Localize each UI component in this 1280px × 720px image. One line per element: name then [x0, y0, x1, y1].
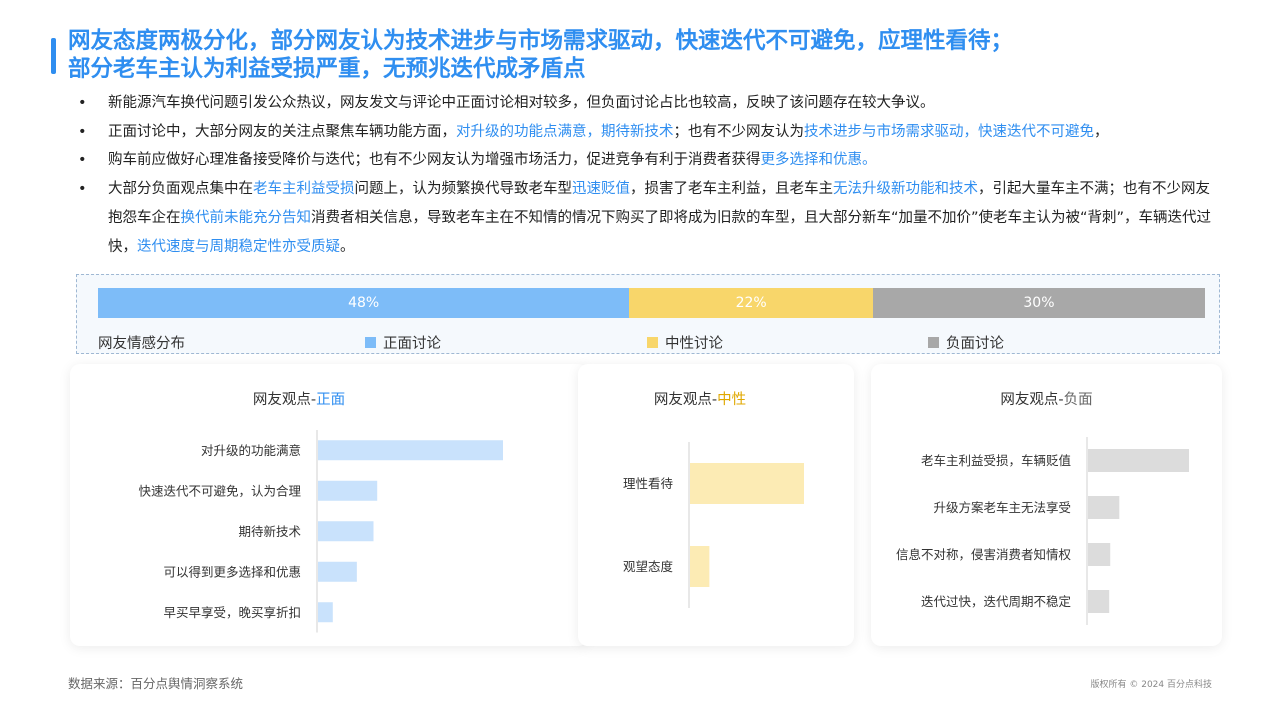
- summary-bullet: 正面讨论中，大部分网友的关注点聚焦车辆功能方面，对升级的功能点满意，期待新技术；…: [74, 118, 1224, 147]
- opinion-bar: [1088, 590, 1110, 613]
- opinion-bar: [1088, 449, 1189, 472]
- opinion-category-label: 快速迭代不可避免，认为合理: [138, 483, 301, 498]
- negative-opinion-chart: 老车主利益受损，车辆贬值升级方案老车主无法享受信息不对称，侵害消费者知情权迭代过…: [896, 437, 1189, 625]
- summary-bullet: 大部分负面观点集中在老车主利益受损问题上，认为频繁换代导致老车型迅速贬值，损害了…: [74, 175, 1224, 261]
- opinion-bar: [1088, 496, 1120, 519]
- highlight-text: 更多选择和优惠。: [760, 152, 877, 169]
- sentiment-stacked-bar: 48% 22% 30%: [98, 288, 1205, 318]
- opinion-category-label: 早买早享受，晚买享折扣: [163, 605, 301, 620]
- bullet-text: 购车前应做好心理准备接受降价与迭代；也有不少网友认为增强市场活力，促进竞争有利于…: [108, 152, 761, 169]
- opinion-category-label: 老车主利益受损，车辆贬值: [921, 453, 1071, 468]
- bullet-text: 新能源汽车换代问题引发公众热议，网友发文与评论中正面讨论相对较多，但负面讨论占比…: [108, 95, 935, 111]
- legend-label-positive: 正面讨论: [383, 336, 441, 352]
- neutral-opinion-chart: 理性看待观望态度: [623, 442, 804, 608]
- legend-swatch-positive: [365, 337, 376, 348]
- positive-opinion-card: 网友观点-正面 对升级的功能满意 快速迭代不可避免，认为合理 期待新技术 可以得到更多…: [70, 364, 588, 646]
- summary-bullets: 新能源汽车换代问题引发公众热议，网友发文与评论中正面讨论相对较多，但负面讨论占比…: [74, 89, 1224, 261]
- title-accent-bar: [51, 38, 56, 74]
- opinion-category-label: 观望态度: [623, 559, 674, 574]
- highlight-text: 技术进步与市场需求驱动，快速迭代不可避免: [804, 123, 1094, 140]
- legend-label-negative: 负面讨论: [946, 336, 1004, 352]
- bullet-text: 问题上，认为频繁换代导致老车型: [354, 181, 573, 198]
- legend-negative: 负面讨论: [928, 332, 1004, 353]
- opinion-category-label: 升级方案老车主无法享受: [933, 500, 1071, 515]
- opinion-bar: [1088, 543, 1111, 566]
- highlight-text: 无法升级新功能和技术: [833, 181, 978, 198]
- page-title-line2: 部分老车主认为利益受损严重，无预兆迭代成矛盾点: [68, 56, 586, 82]
- opinion-bar: [318, 561, 357, 582]
- highlight-text: 迅速贬值: [572, 181, 630, 198]
- legend-swatch-neutral: [647, 337, 658, 348]
- bullet-text: ，: [1094, 123, 1109, 140]
- legend-neutral: 中性讨论: [647, 332, 723, 353]
- opinion-category-label: 对升级的功能满意: [201, 443, 301, 458]
- opinion-bar: [318, 480, 378, 501]
- opinion-bar: [318, 521, 374, 542]
- opinion-category-label: 迭代过快，迭代周期不稳定: [921, 594, 1071, 609]
- sentiment-segment-positive: 48%: [98, 288, 630, 318]
- highlight-text: 迭代速度与周期稳定性亦受质疑: [137, 238, 340, 255]
- neutral-opinion-card: 网友观点-中性 理性看待 观望态度: [578, 364, 854, 646]
- highlight-text: 换代前未能充分告知: [180, 209, 312, 226]
- legend-positive: 正面讨论: [365, 332, 441, 353]
- sentiment-segment-neutral: 22%: [629, 288, 873, 318]
- opinion-bar: [690, 546, 710, 587]
- sentiment-segment-negative: 30%: [872, 288, 1205, 318]
- page-title-line1: 网友态度两极分化，部分网友认为技术进步与市场需求驱动，快速迭代不可避免，应理性看…: [68, 28, 1014, 54]
- bullet-text: ；也有不少网友认为: [673, 123, 805, 140]
- opinion-category-label: 信息不对称，侵害消费者知情权: [896, 547, 1072, 562]
- summary-bullet: 新能源汽车换代问题引发公众热议，网友发文与评论中正面讨论相对较多，但负面讨论占比…: [74, 89, 1224, 118]
- copyright-note: 版权所有 © 2024 百分点科技: [1090, 680, 1213, 690]
- opinion-category-label: 理性看待: [623, 476, 674, 491]
- sentiment-distribution-panel: 48% 22% 30% 网友情感分布 正面讨论 中性讨论 负面讨论: [76, 274, 1220, 354]
- opinion-bar: [318, 602, 333, 623]
- bullet-text: 大部分负面观点集中在: [108, 181, 253, 198]
- opinion-bar: [318, 440, 503, 461]
- legend-swatch-negative: [928, 337, 939, 348]
- summary-bullet: 购车前应做好心理准备接受降价与迭代；也有不少网友认为增强市场活力，促进竞争有利于…: [74, 146, 1224, 175]
- opinion-category-label: 期待新技术: [238, 524, 301, 539]
- data-source-note: 数据来源：百分点舆情洞察系统: [68, 676, 244, 691]
- opinion-bar: [690, 463, 804, 504]
- positive-opinion-chart: 对升级的功能满意快速迭代不可避免，认为合理期待新技术可以得到更多选择和优惠早买早…: [138, 430, 503, 633]
- sentiment-distribution-label: 网友情感分布: [98, 336, 185, 352]
- highlight-text: 老车主利益受损: [253, 181, 355, 198]
- bullet-text: 。: [340, 238, 355, 255]
- negative-opinion-card: 网友观点-负面 老车主利益受损，车辆贬值 升级方案老车主无法享受 信息不对称，侵害消…: [871, 364, 1222, 646]
- page-title: 网友态度两极分化，部分网友认为技术进步与市场需求驱动，快速迭代不可避免，应理性看…: [68, 27, 1228, 83]
- bullet-text: ，损害了老车主利益，且老车主: [630, 181, 833, 198]
- legend-label-neutral: 中性讨论: [665, 336, 723, 352]
- bullet-text: 正面讨论中，大部分网友的关注点聚焦车辆功能方面，: [108, 123, 456, 140]
- opinion-category-label: 可以得到更多选择和优惠: [163, 564, 301, 579]
- highlight-text: 对升级的功能点满意，期待新技术: [456, 123, 674, 140]
